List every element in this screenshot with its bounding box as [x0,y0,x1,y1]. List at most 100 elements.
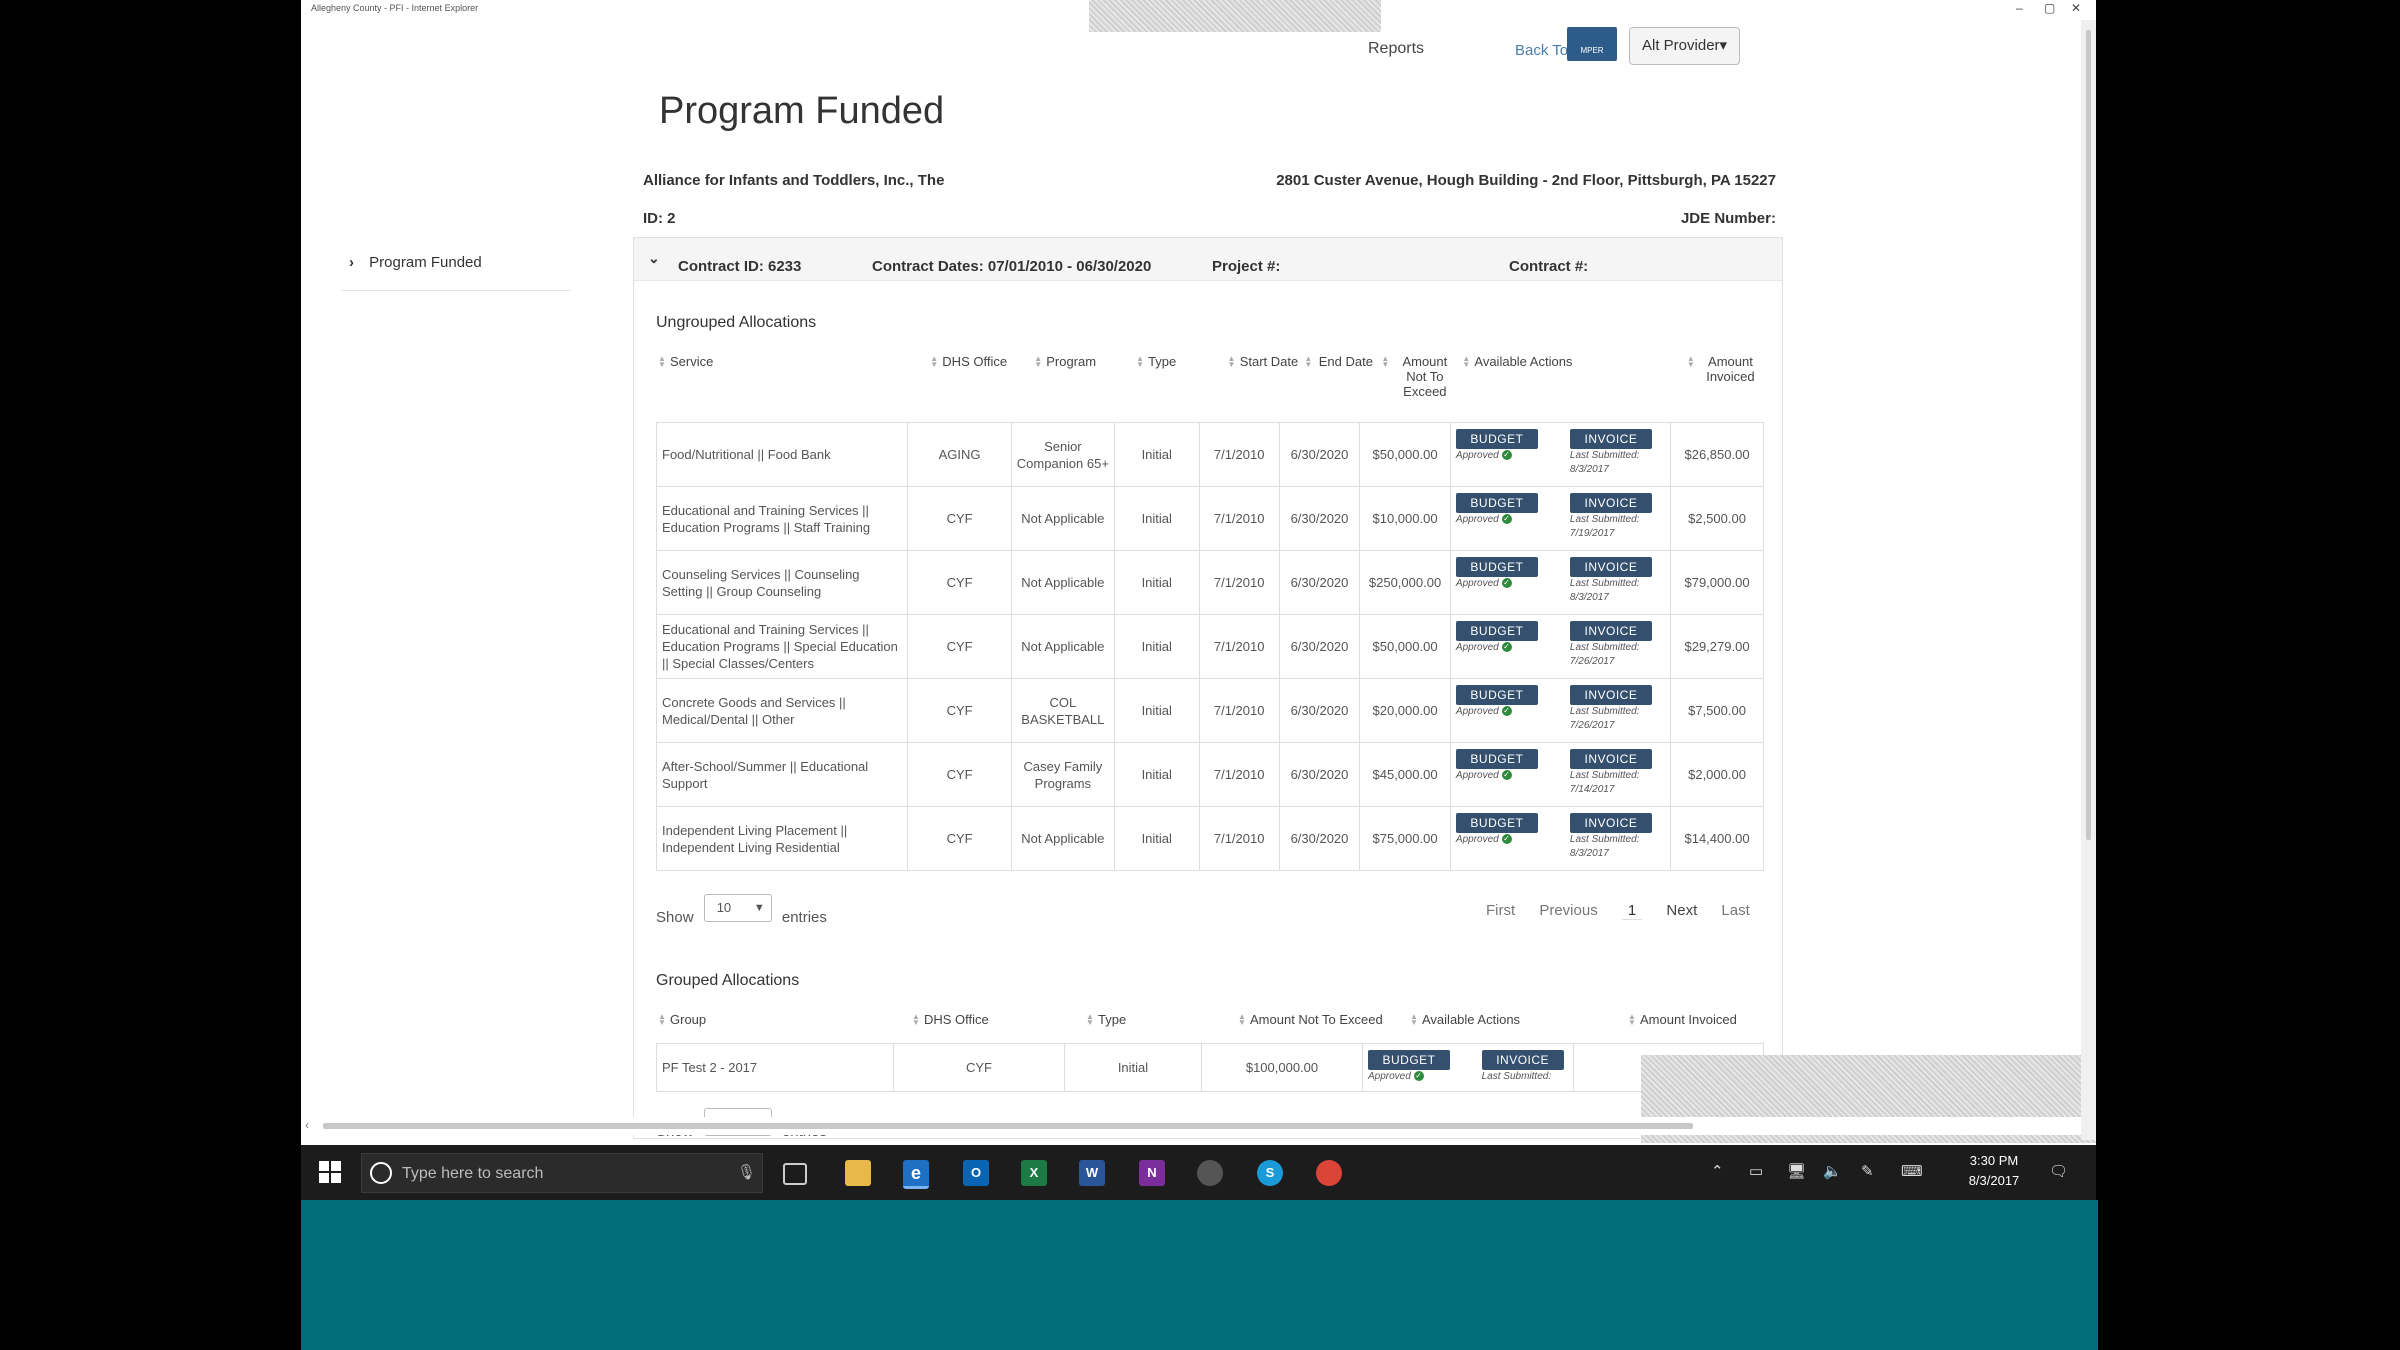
cell-type: Initial [1114,486,1200,551]
file-explorer-icon[interactable] [845,1160,871,1186]
volume-icon[interactable]: 🔈 [1823,1162,1842,1180]
chrome-icon[interactable] [1316,1160,1342,1186]
cortana-icon [370,1162,392,1184]
cell-actions: BUDGET Approved ✓ INVOICE Last Submitted: 8/… [1449,422,1672,487]
clock-date[interactable]: 8/3/2017 [1961,1173,2027,1188]
col-amount-invoiced[interactable]: ▲ ▼ Amount Invoiced [1685,350,1766,416]
pagination-next[interactable]: Next [1666,902,1697,919]
cell-type: Initial [1114,422,1200,487]
internet-explorer-icon[interactable]: e [903,1160,929,1189]
maximize-button[interactable]: ▢ [2044,1,2055,15]
contract-header[interactable]: ⌄ Contract ID: 6233 Contract Dates: 07/0… [634,238,1782,281]
budget-button[interactable]: BUDGET [1455,813,1538,833]
cell-actions: BUDGET Approved ✓ INVOICE Last Submitted: 7/… [1449,486,1672,551]
cell-program: Casey Family Programs [1010,742,1116,807]
invoice-button[interactable]: INVOICE [1569,493,1652,513]
windows-start-icon[interactable] [319,1161,341,1183]
col-amount-not-to-exceed[interactable]: ▲ ▼ Amount Not To Exceed [1379,350,1460,416]
col-program[interactable]: ▲ ▼ Program [1032,350,1134,416]
budget-button[interactable]: BUDGET [1455,749,1538,769]
close-button[interactable]: ✕ [2071,1,2081,15]
scroll-left-icon[interactable]: ‹ [305,1118,309,1132]
horizontal-scrollbar[interactable]: ‹ [301,1117,2081,1135]
col-amount-not-to-exceed[interactable]: ▲ ▼ Amount Not To Exceed [1236,1008,1408,1034]
excel-icon[interactable]: X [1021,1160,1047,1186]
cell-invoiced: $2,000.00 [1670,742,1764,807]
clock-time[interactable]: 3:30 PM [1961,1153,2027,1168]
invoice-button[interactable]: INVOICE [1569,429,1652,449]
col-available-actions[interactable]: ▲ ▼ Available Actions [1460,350,1684,416]
chevron-up-icon[interactable]: ⌃ [1711,1162,1724,1180]
budget-button[interactable]: BUDGET [1455,557,1538,577]
invoice-button[interactable]: INVOICE [1569,557,1652,577]
cell-program: Not Applicable [1010,486,1116,551]
app-icon[interactable] [1197,1160,1223,1186]
approved-status: Approved ✓ [1456,513,1570,527]
back-to-link[interactable]: Back To [1515,42,1568,59]
cell-group: PF Test 2 - 2017 [656,1043,894,1092]
microphone-icon[interactable]: 🎙 [737,1163,756,1181]
cell-office: CYF [907,678,1012,743]
onenote-icon[interactable]: N [1139,1160,1165,1186]
pagination-last[interactable]: Last [1721,902,1749,919]
reports-link[interactable]: Reports [1368,40,1424,58]
grouped-table: PF Test 2 - 2017 CYF Initial $100,000.00… [656,1043,1764,1092]
vertical-scrollbar[interactable] [2081,20,2096,1140]
page-size-select[interactable]: 10 ▼ [703,894,772,922]
notification-icon[interactable]: 🗨 [2049,1162,2068,1180]
invoice-button[interactable]: INVOICE [1569,813,1652,833]
budget-button[interactable]: BUDGET [1455,429,1538,449]
keyboard-icon[interactable]: ⌨ [1901,1162,1923,1180]
mper-logo[interactable]: MPER [1567,27,1617,61]
cell-office: CYF [907,806,1012,871]
col-type[interactable]: ▲ ▼ Type [1134,350,1225,416]
invoice-button[interactable]: INVOICE [1569,749,1652,769]
col-amount-invoiced[interactable]: ▲ ▼ Amount Invoiced [1626,1008,1766,1034]
task-view-icon[interactable] [783,1163,807,1185]
col-available-actions[interactable]: ▲ ▼ Available Actions [1408,1008,1626,1034]
scroll-thumb[interactable] [2086,30,2091,840]
approved-label: Approved [1455,514,1499,525]
network-icon[interactable]: 🖥 [1787,1162,1806,1180]
budget-button[interactable]: BUDGET [1368,1050,1450,1070]
table-row: Food/Nutritional || Food Bank AGING Senior… [655,422,1764,487]
pagination-current[interactable]: 1 [1621,902,1643,920]
page-title: Program Funded [659,90,945,132]
invoice-button[interactable]: INVOICE [1569,621,1652,641]
budget-button[interactable]: BUDGET [1455,685,1538,705]
budget-button[interactable]: BUDGET [1455,621,1538,641]
sort-icon: ▲ ▼ [658,354,666,369]
col-dhs-office[interactable]: ▲ ▼ DHS Office [928,350,1032,416]
scroll-thumb[interactable] [323,1123,1693,1129]
skype-icon[interactable]: S [1257,1160,1283,1186]
header-label: Service [670,354,714,369]
word-icon[interactable]: W [1079,1160,1105,1186]
chevron-down-icon[interactable]: ⌄ [648,250,660,267]
sidebar-item-program-funded[interactable]: › Program Funded [349,254,482,271]
check-icon: ✓ [1413,1071,1424,1082]
cell-actions: BUDGET Approved ✓ INVOICE Last Submitted: 7/… [1449,678,1672,743]
pen-icon[interactable]: ✎ [1861,1162,1874,1180]
outlook-icon[interactable]: O [963,1160,989,1186]
last-submitted: Last Submitted: 7/14/2017 [1570,769,1656,797]
approved-label: Approved [1455,706,1499,717]
taskbar-search-box[interactable]: Type here to search 🎙 [361,1153,763,1193]
col-start-date[interactable]: ▲ ▼ Start Date [1226,350,1303,416]
minimize-button[interactable]: – [2016,1,2023,15]
col-type[interactable]: ▲ ▼ Type [1084,1008,1236,1034]
budget-button[interactable]: BUDGET [1455,493,1538,513]
last-submitted-date: 7/26/2017 [1569,720,1615,731]
cell-start: 7/1/2010 [1198,550,1280,615]
alt-provider-dropdown[interactable]: Alt Provider▾ [1629,27,1741,65]
col-service[interactable]: ▲ ▼ Service [656,350,928,416]
invoice-button[interactable]: INVOICE [1481,1050,1564,1070]
pagination-first[interactable]: First [1486,902,1515,919]
battery-icon[interactable]: ▭ [1749,1162,1763,1180]
col-group[interactable]: ▲ ▼ Group [656,1008,910,1034]
pagination-previous[interactable]: Previous [1539,902,1597,919]
cell-amount: $100,000.00 [1201,1043,1363,1092]
invoice-button[interactable]: INVOICE [1569,685,1652,705]
col-dhs-office[interactable]: ▲ ▼ DHS Office [910,1008,1084,1034]
col-end-date[interactable]: ▲ ▼ End Date [1302,350,1379,416]
cell-service: After-School/Summer || Educational Suppo… [655,742,909,807]
